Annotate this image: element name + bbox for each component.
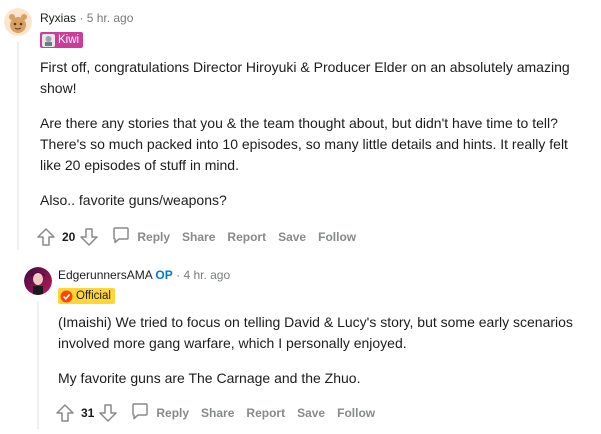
snoo-avatar-icon[interactable] — [4, 8, 32, 36]
save-button[interactable]: Save — [278, 230, 306, 244]
reply-button[interactable]: Reply — [111, 225, 170, 248]
thread-line[interactable] — [37, 301, 39, 429]
flair-label: Kiwi — [58, 34, 80, 46]
vote-score: 31 — [81, 405, 95, 420]
comment-actions: 20 Reply Share Report Save Follow — [36, 225, 356, 248]
report-button[interactable]: Report — [227, 230, 266, 244]
comment-bubble-icon — [111, 225, 131, 248]
meta-separator: · — [176, 268, 181, 282]
official-flair-icon — [60, 290, 73, 303]
vote-score: 20 — [62, 229, 76, 244]
kiwi-flair-icon — [42, 33, 55, 47]
flair-label: Official — [76, 290, 111, 302]
meta-separator: · — [79, 11, 84, 25]
reply-button[interactable]: Reply — [130, 401, 189, 424]
report-button[interactable]: Report — [246, 406, 285, 420]
reply-label: Reply — [137, 229, 171, 244]
thread-line[interactable] — [17, 42, 19, 250]
save-button[interactable]: Save — [297, 406, 325, 420]
share-button[interactable]: Share — [201, 406, 234, 420]
upvote-icon[interactable] — [36, 227, 56, 247]
comment-actions: 31 Reply Share Report Save Follow — [55, 401, 375, 424]
downvote-icon[interactable] — [98, 403, 118, 423]
follow-button[interactable]: Follow — [337, 406, 375, 420]
upvote-icon[interactable] — [55, 403, 75, 423]
op-badge: OP — [155, 268, 173, 282]
comment-meta: EdgerunnersAMA OP · 4 hr. ago — [58, 268, 230, 282]
follow-button[interactable]: Follow — [318, 230, 356, 244]
author-name[interactable]: Ryxias — [40, 11, 76, 25]
comment-paragraph: First off, congratulations Director Hiro… — [40, 59, 570, 96]
share-button[interactable]: Share — [182, 230, 215, 244]
comment-edgerunnersama: EdgerunnersAMA OP · 4 hr. ago Official (… — [0, 255, 601, 434]
comment-paragraph: (Imaishi) We tried to focus on telling D… — [58, 314, 573, 351]
user-flair: Official — [58, 288, 115, 304]
reply-label: Reply — [156, 405, 190, 420]
user-flair: Kiwi — [40, 32, 84, 48]
downvote-icon[interactable] — [79, 227, 99, 247]
comment-paragraph: Are there any stories that you & the tea… — [40, 115, 568, 173]
comment-body: (Imaishi) We tried to focus on telling D… — [58, 312, 578, 403]
cyberpunk-avatar-icon[interactable] — [24, 267, 52, 295]
author-name[interactable]: EdgerunnersAMA — [58, 268, 152, 282]
comment-paragraph: My favorite guns are The Carnage and the… — [58, 370, 361, 386]
comment-bubble-icon — [130, 401, 150, 424]
comment-body: First off, congratulations Director Hiro… — [40, 57, 580, 225]
comment-ryxias: Ryxias · 5 hr. ago Kiwi First off, congr… — [0, 0, 601, 250]
comment-paragraph: Also.. favorite guns/weapons? — [40, 192, 227, 208]
timestamp[interactable]: 5 hr. ago — [87, 11, 134, 25]
timestamp[interactable]: 4 hr. ago — [183, 268, 230, 282]
comment-meta: Ryxias · 5 hr. ago — [40, 11, 133, 25]
